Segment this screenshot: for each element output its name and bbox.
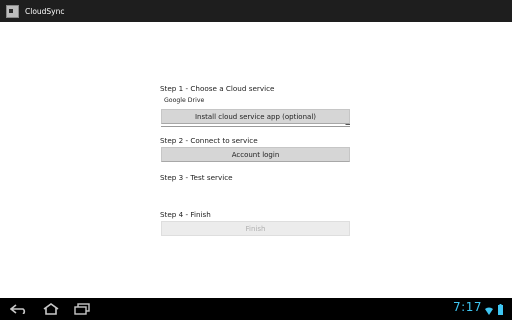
spinner-selected-value: Google Drive xyxy=(164,97,205,104)
step3-label: Step 3 - Test service xyxy=(160,173,233,182)
finish-button: Finish xyxy=(161,221,350,236)
status-icons[interactable] xyxy=(484,302,506,316)
step1-label: Step 1 - Choose a Cloud service xyxy=(160,84,275,93)
app-title: CloudSync xyxy=(25,6,65,16)
wifi-icon xyxy=(485,307,493,315)
clock-text: 7:17 xyxy=(453,300,482,314)
system-nav-bar: 7:17 xyxy=(0,298,512,320)
main-content: Step 1 - Choose a Cloud service Google D… xyxy=(0,22,512,298)
back-icon[interactable] xyxy=(8,302,30,316)
app-icon[interactable] xyxy=(6,4,19,18)
step4-label: Step 4 - Finish xyxy=(160,210,211,219)
app-icon-dot xyxy=(9,8,13,13)
recent-apps-icon[interactable] xyxy=(71,302,93,316)
action-bar: CloudSync xyxy=(0,0,512,22)
install-app-button[interactable]: Install cloud service app (optional) xyxy=(161,109,350,124)
home-icon[interactable] xyxy=(40,302,62,316)
step2-label: Step 2 - Connect to service xyxy=(160,136,258,145)
battery-icon xyxy=(498,305,503,315)
account-login-button[interactable]: Account login xyxy=(161,147,350,162)
